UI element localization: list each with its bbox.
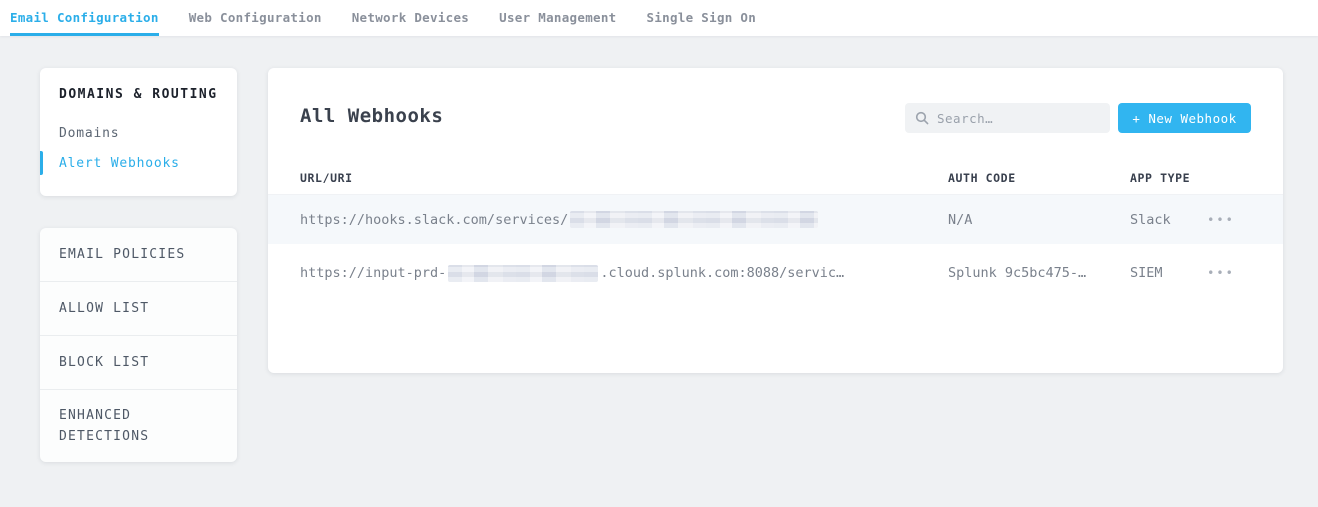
- sidebar-item-alert-webhooks[interactable]: Alert Webhooks: [40, 148, 237, 178]
- auth-code-cell: Splunk 9c5bc475-…: [948, 244, 1086, 302]
- tab-user-management[interactable]: User Management: [499, 0, 616, 36]
- table-header-row: URL/URI AUTH CODE APP TYPE: [268, 162, 1283, 195]
- sidebar-item-label: Domains: [59, 126, 119, 141]
- top-navigation: Email Configuration Web Configuration Ne…: [0, 0, 1318, 36]
- sidebar-domains-routing-card: DOMAINS & ROUTING Domains Alert Webhooks: [40, 68, 237, 196]
- domains-routing-heading: DOMAINS & ROUTING: [40, 87, 237, 102]
- table-row[interactable]: https://input-prd- .cloud.splunk.com:8088…: [268, 244, 1283, 302]
- tab-web-configuration[interactable]: Web Configuration: [189, 0, 322, 36]
- page-title: All Webhooks: [300, 105, 443, 127]
- webhooks-panel: All Webhooks + New Webhook URL/URI AUTH …: [268, 68, 1283, 373]
- app-type-cell: Slack: [1130, 195, 1171, 244]
- column-header-url: URL/URI: [300, 171, 353, 185]
- redacted-url-segment: [570, 211, 818, 228]
- sidebar-item-allow-list[interactable]: ALLOW LIST: [40, 282, 237, 336]
- sidebar-item-block-list[interactable]: BLOCK LIST: [40, 336, 237, 390]
- sidebar-item-email-policies[interactable]: EMAIL POLICIES: [40, 228, 237, 282]
- new-webhook-button[interactable]: + New Webhook: [1118, 103, 1251, 133]
- active-indicator-bar: [40, 151, 43, 175]
- webhook-url-text: https://input-prd-: [300, 265, 446, 281]
- row-menu-ellipsis-icon[interactable]: •••: [1204, 195, 1238, 244]
- column-header-app-type: APP TYPE: [1130, 171, 1190, 185]
- redacted-url-segment: [448, 265, 598, 282]
- auth-code-cell: N/A: [948, 195, 972, 244]
- sidebar-item-label: Alert Webhooks: [59, 156, 180, 171]
- tab-network-devices[interactable]: Network Devices: [352, 0, 469, 36]
- webhook-url-cell: https://input-prd- .cloud.splunk.com:8088…: [300, 244, 844, 302]
- column-header-auth-code: AUTH CODE: [948, 171, 1016, 185]
- tab-single-sign-on[interactable]: Single Sign On: [647, 0, 757, 36]
- tab-email-configuration[interactable]: Email Configuration: [10, 0, 159, 36]
- webhook-url-cell: https://hooks.slack.com/services/: [300, 195, 818, 244]
- webhook-url-suffix: .cloud.splunk.com:8088/servic…: [600, 265, 844, 281]
- search-input[interactable]: [937, 111, 1105, 126]
- sidebar-item-enhanced-detections[interactable]: ENHANCED DETECTIONS: [40, 390, 237, 462]
- app-type-cell: SIEM: [1130, 244, 1163, 302]
- sidebar-item-domains[interactable]: Domains: [40, 118, 237, 148]
- search-icon: [915, 111, 929, 125]
- row-menu-ellipsis-icon[interactable]: •••: [1204, 244, 1238, 302]
- sidebar-sections-card: EMAIL POLICIES ALLOW LIST BLOCK LIST ENH…: [40, 228, 237, 462]
- webhook-url-text: https://hooks.slack.com/services/: [300, 212, 568, 228]
- search-box[interactable]: [905, 103, 1110, 133]
- table-row[interactable]: https://hooks.slack.com/services/ N/A Sl…: [268, 195, 1283, 244]
